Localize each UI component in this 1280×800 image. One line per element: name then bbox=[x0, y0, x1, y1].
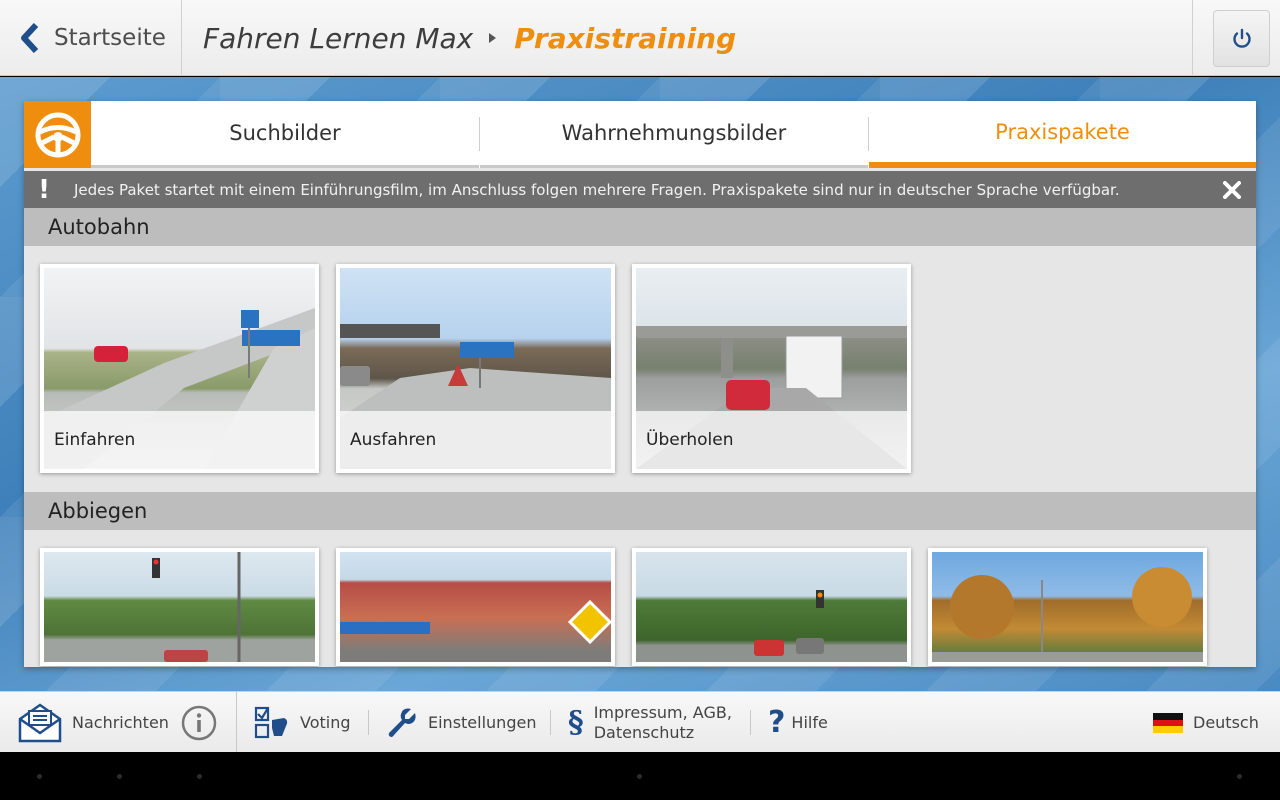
photo-abbiegen-4 bbox=[932, 552, 1203, 662]
nav-dot bbox=[37, 774, 42, 779]
legal-button[interactable]: § Impressum, AGB, Datenschutz bbox=[568, 692, 732, 753]
card-label: Einfahren bbox=[44, 411, 315, 469]
photo-abbiegen-2 bbox=[340, 552, 611, 662]
package-card-abbiegen-3[interactable] bbox=[632, 548, 911, 666]
footer-divider bbox=[368, 710, 369, 735]
language-button[interactable]: Deutsch bbox=[1153, 692, 1259, 753]
photo-ausfahren: Ausfahren bbox=[340, 268, 611, 469]
voting-label: Voting bbox=[300, 712, 351, 732]
wrench-icon bbox=[388, 708, 416, 737]
info-notice: ! Jedes Paket startet mit einem Einführu… bbox=[24, 171, 1256, 208]
top-header: Startseite Fahren Lernen Max Praxistrain… bbox=[0, 0, 1280, 76]
voting-button[interactable]: Voting bbox=[254, 692, 351, 753]
help-button[interactable]: ? Hilfe bbox=[768, 692, 828, 753]
tab-suchbilder[interactable]: Suchbilder bbox=[91, 101, 479, 168]
nav-dot bbox=[197, 774, 202, 779]
notice-text: Jedes Paket startet mit einem Einführung… bbox=[74, 180, 1120, 199]
legal-label: Impressum, AGB, Datenschutz bbox=[594, 703, 732, 743]
package-card-abbiegen-2[interactable] bbox=[336, 548, 615, 666]
voting-icon bbox=[254, 706, 288, 738]
nav-dot bbox=[637, 774, 642, 779]
language-label: Deutsch bbox=[1193, 712, 1259, 732]
main-panel: Suchbilder Wahrnehmungsbilder Praxispake… bbox=[24, 101, 1256, 667]
photo-abbiegen-1 bbox=[44, 552, 315, 662]
bottom-toolbar: Nachrichten Voting Einstellungen § Impre… bbox=[0, 691, 1280, 753]
messages-button[interactable]: Nachrichten bbox=[18, 692, 169, 753]
info-button[interactable] bbox=[181, 692, 217, 753]
footer-divider bbox=[750, 710, 751, 735]
package-card-ueberholen[interactable]: Überholen bbox=[632, 264, 911, 473]
paragraph-icon: § bbox=[568, 705, 584, 740]
question-mark-icon: ? bbox=[768, 705, 786, 740]
legal-label-line1: Impressum, AGB, bbox=[593, 702, 732, 722]
package-card-abbiegen-4[interactable] bbox=[928, 548, 1207, 666]
page-title: Praxistraining bbox=[514, 21, 737, 55]
footer-divider bbox=[550, 710, 551, 735]
nav-dot bbox=[117, 774, 122, 779]
steering-wheel-icon bbox=[24, 101, 91, 168]
photo-abbiegen-3 bbox=[636, 552, 907, 662]
messages-label: Nachrichten bbox=[72, 712, 169, 732]
breadcrumb-arrow-icon bbox=[489, 33, 497, 43]
system-nav-bar bbox=[0, 752, 1280, 800]
exclamation-icon: ! bbox=[38, 174, 50, 205]
power-button[interactable] bbox=[1213, 10, 1270, 67]
photo-ueberholen: Überholen bbox=[636, 268, 907, 469]
tab-praxispakete[interactable]: Praxispakete bbox=[869, 101, 1256, 168]
footer-divider bbox=[236, 692, 237, 753]
photo-einfahren: Einfahren bbox=[44, 268, 315, 469]
close-notice-button[interactable] bbox=[1208, 171, 1256, 208]
section-header-abbiegen: Abbiegen bbox=[24, 492, 1256, 530]
power-icon bbox=[1232, 28, 1251, 48]
nav-dot bbox=[1237, 774, 1242, 779]
breadcrumb: Fahren Lernen Max Praxistraining bbox=[203, 0, 736, 76]
back-button-label: Startseite bbox=[54, 25, 166, 51]
help-label: Hilfe bbox=[791, 712, 828, 732]
package-card-einfahren[interactable]: Einfahren bbox=[40, 264, 319, 473]
german-flag-icon bbox=[1153, 712, 1183, 733]
package-card-ausfahren[interactable]: Ausfahren bbox=[336, 264, 615, 473]
tab-wahrnehmungsbilder[interactable]: Wahrnehmungsbilder bbox=[480, 101, 868, 168]
envelope-icon bbox=[18, 702, 62, 742]
close-icon bbox=[1223, 180, 1241, 199]
card-label: Überholen bbox=[636, 411, 907, 469]
app-title: Fahren Lernen Max bbox=[203, 21, 474, 55]
tab-bar: Suchbilder Wahrnehmungsbilder Praxispake… bbox=[24, 101, 1256, 168]
legal-label-line2: Datenschutz bbox=[593, 722, 695, 742]
settings-label: Einstellungen bbox=[428, 712, 537, 732]
info-icon bbox=[181, 705, 217, 740]
section-header-autobahn: Autobahn bbox=[24, 208, 1256, 246]
settings-button[interactable]: Einstellungen bbox=[386, 692, 536, 753]
header-divider bbox=[1192, 0, 1193, 76]
package-card-abbiegen-1[interactable] bbox=[40, 548, 319, 666]
back-button[interactable]: Startseite bbox=[0, 0, 182, 76]
chevron-left-icon bbox=[21, 23, 39, 53]
card-label: Ausfahren bbox=[340, 411, 611, 469]
